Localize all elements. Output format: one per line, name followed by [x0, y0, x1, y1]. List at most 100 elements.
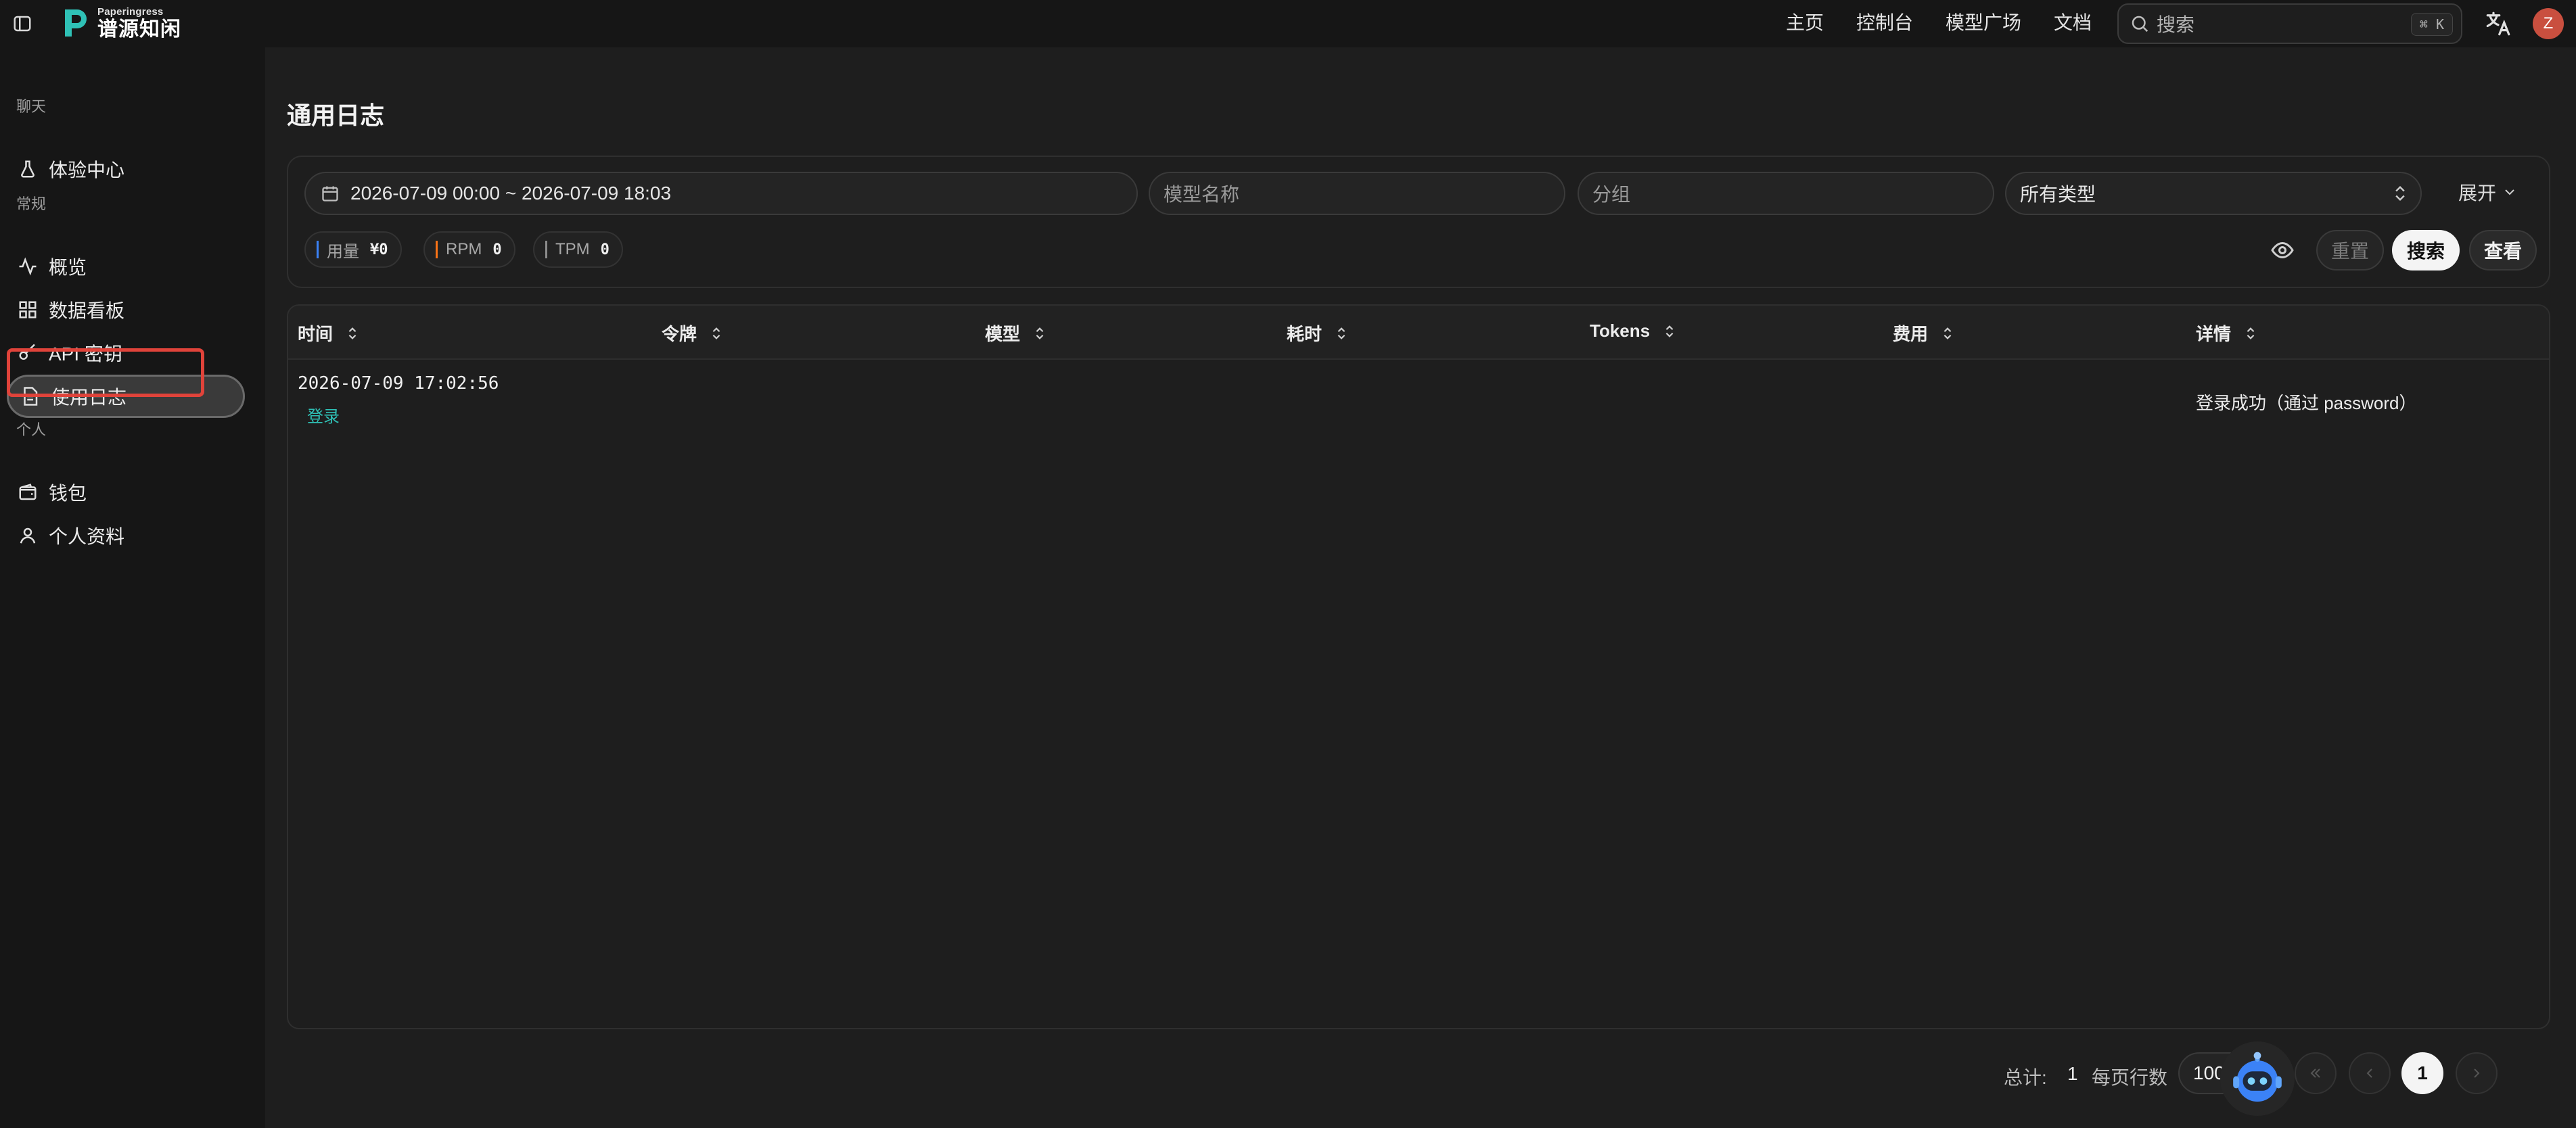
user-avatar[interactable]: Z: [2533, 8, 2564, 39]
stat-color-bar: [436, 241, 438, 258]
sort-icon: [1944, 327, 1952, 339]
stat-key: TPM: [555, 240, 590, 258]
column-header-detail[interactable]: 详情: [2196, 321, 2258, 346]
column-label: 令牌: [662, 324, 697, 344]
page-title: 通用日志: [287, 101, 385, 129]
rows-per-page-label: 每页行数: [2092, 1067, 2168, 1088]
logs-table: 时间 令牌 模型 耗时 Tokens 费用 详情 2026-07-09 17:0…: [287, 304, 2550, 1029]
column-header-cost[interactable]: 费用: [1893, 321, 1955, 346]
logo-mark-icon: [65, 9, 87, 37]
sidebar-section-chat: 聊天: [16, 98, 47, 115]
chevron-right-icon: [2474, 1068, 2480, 1078]
language-icon[interactable]: [2484, 9, 2512, 38]
table-row[interactable]: 2026-07-09 17:02:56 登录 登录成功（通过 password）: [288, 361, 2549, 436]
sidebar-item-label: 概览: [49, 257, 87, 278]
group-input[interactable]: 分组: [1578, 172, 1994, 215]
double-chevron-left-icon: [2310, 1068, 2320, 1078]
robot-icon: [2233, 1052, 2282, 1102]
stat-key: 用量: [327, 242, 359, 261]
prev-page-button[interactable]: [2349, 1052, 2391, 1094]
model-name-placeholder: 模型名称: [1164, 184, 1240, 205]
sort-icon: [348, 327, 356, 339]
column-label: 时间: [298, 324, 334, 344]
sidebar-toggle-icon[interactable]: [11, 12, 34, 35]
expand-button[interactable]: 展开: [2458, 179, 2518, 206]
model-name-input[interactable]: 模型名称: [1149, 172, 1565, 215]
brand-logo[interactable]: Paperingress 谱源知闲: [60, 5, 181, 41]
sidebar-section-general: 常规: [16, 195, 47, 212]
sidebar-item-wallet[interactable]: 钱包: [7, 471, 245, 514]
main-content: 通用日志 2026-07-09 00:00 ~ 2026-07-09 18:03…: [265, 47, 2576, 1128]
sidebar-item-profile[interactable]: 个人资料: [7, 514, 245, 557]
stat-value: ¥0: [370, 241, 388, 258]
flask-icon: [16, 158, 39, 181]
sidebar-section-personal: 个人: [16, 421, 47, 438]
cell-detail: 登录成功（通过 password）: [2196, 393, 2417, 413]
log-type-select[interactable]: 所有类型: [2005, 172, 2422, 215]
search-placeholder: 搜索: [2157, 14, 2195, 35]
stat-value: 0: [492, 241, 502, 258]
sidebar-item-label: 钱包: [49, 483, 87, 504]
nav-home[interactable]: 主页: [1786, 9, 1824, 37]
stat-tpm-badge: TPM 0: [533, 231, 623, 268]
chevron-up-down-icon: [2395, 186, 2405, 201]
sidebar-item-dashboard[interactable]: 数据看板: [7, 288, 245, 331]
expand-label: 展开: [2458, 183, 2497, 204]
assistant-robot-button[interactable]: [2220, 1041, 2295, 1116]
stat-value: 0: [600, 241, 610, 258]
next-page-button[interactable]: [2456, 1052, 2498, 1094]
column-header-time[interactable]: 时间: [298, 321, 360, 346]
column-header-model[interactable]: 模型: [985, 321, 1047, 346]
sidebar-item-label: 个人资料: [49, 526, 125, 547]
top-nav: 主页 控制台 模型广场 文档: [1786, 9, 2124, 37]
table-header: 时间 令牌 模型 耗时 Tokens 费用 详情: [288, 306, 2549, 360]
brand-name-cn: 谱源知闲: [97, 18, 181, 41]
search-button[interactable]: 搜索: [2392, 230, 2460, 271]
sort-icon: [2247, 327, 2255, 339]
sidebar-item-overview[interactable]: 概览: [7, 245, 245, 288]
column-header-duration[interactable]: 耗时: [1287, 321, 1349, 346]
column-label: 模型: [985, 324, 1021, 344]
filter-panel: 2026-07-09 00:00 ~ 2026-07-09 18:03 模型名称…: [287, 156, 2550, 288]
date-range-picker[interactable]: 2026-07-09 00:00 ~ 2026-07-09 18:03: [304, 172, 1138, 215]
sort-icon: [712, 327, 720, 339]
sidebar-item-playground[interactable]: 体验中心: [7, 147, 245, 191]
first-page-button[interactable]: [2295, 1052, 2337, 1094]
top-bar: Paperingress 谱源知闲 主页 控制台 模型广场 文档 搜索 ⌘ K …: [0, 0, 2576, 47]
column-header-tokens[interactable]: Tokens: [1590, 321, 1677, 342]
nav-console[interactable]: 控制台: [1856, 9, 1913, 37]
brand-name-en: Paperingress: [97, 5, 164, 18]
column-label: 耗时: [1287, 324, 1322, 344]
stat-rpm-badge: RPM 0: [423, 231, 515, 268]
sort-icon: [1036, 327, 1044, 339]
calendar-icon: [322, 186, 338, 202]
nav-docs[interactable]: 文档: [2054, 9, 2092, 37]
column-label: Tokens: [1590, 321, 1651, 341]
chevron-down-icon: [2505, 189, 2514, 195]
current-page-button[interactable]: 1: [2401, 1052, 2443, 1094]
eye-icon[interactable]: [2270, 238, 2295, 262]
reset-button[interactable]: 重置: [2316, 230, 2384, 271]
total-count: 1: [2067, 1063, 2078, 1084]
cell-time: 2026-07-09 17:02:56: [298, 373, 499, 394]
column-label: 费用: [1893, 324, 1929, 344]
chevron-left-icon: [2366, 1068, 2372, 1078]
wallet-icon: [16, 481, 39, 504]
log-type-value: 所有类型: [2020, 184, 2096, 205]
column-header-token[interactable]: 令牌: [662, 321, 724, 346]
user-icon: [16, 524, 39, 547]
selection-highlight: [7, 348, 204, 397]
global-search[interactable]: 搜索 ⌘ K: [2117, 3, 2462, 44]
sidebar: 聊天 体验中心 常规 概览 数据看板 API 密钥 使用日志 个人 钱包 个人资…: [0, 47, 264, 1128]
stat-color-bar: [317, 241, 319, 258]
group-placeholder: 分组: [1592, 184, 1631, 205]
view-button[interactable]: 查看: [2469, 230, 2537, 271]
nav-model-square[interactable]: 模型广场: [1946, 9, 2021, 37]
activity-icon: [16, 255, 39, 278]
dashboard-icon: [16, 298, 39, 321]
search-shortcut-badge: ⌘ K: [2410, 13, 2453, 36]
column-label: 详情: [2196, 324, 2232, 344]
total-label: 总计:: [2004, 1067, 2047, 1088]
stat-usage-badge: 用量 ¥0: [304, 231, 402, 268]
date-range-value: 2026-07-09 00:00 ~ 2026-07-09 18:03: [350, 183, 672, 204]
